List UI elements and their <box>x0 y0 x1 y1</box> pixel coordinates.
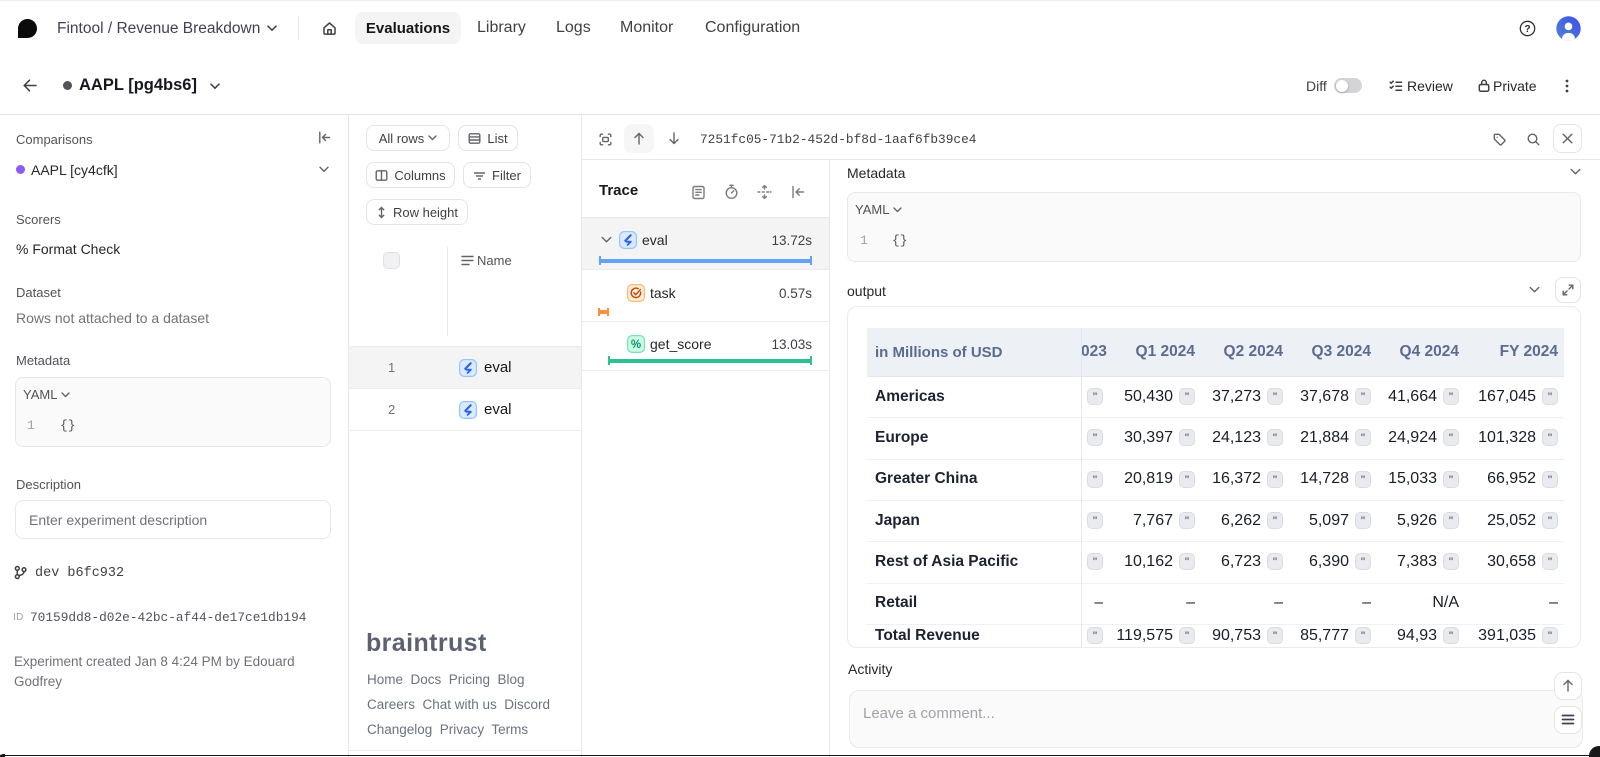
svg-text:?: ? <box>1524 24 1530 35</box>
